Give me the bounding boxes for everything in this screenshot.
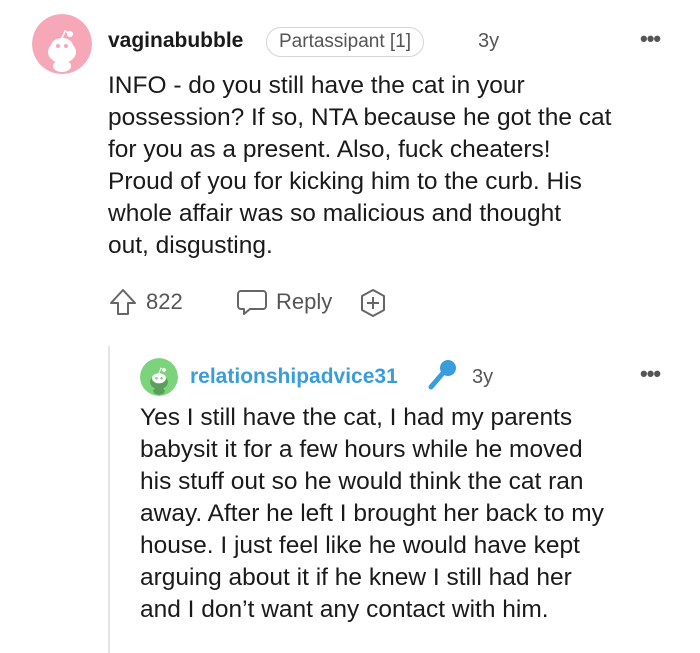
op-badge <box>426 357 460 398</box>
microphone-icon <box>428 360 456 390</box>
avatar[interactable] <box>32 14 92 74</box>
upvote-control[interactable]: 822 <box>108 287 183 317</box>
score-count: 822 <box>146 289 183 314</box>
reply-bubble-icon <box>237 290 267 315</box>
comment-body-line: Yes I still have the cat, I had my paren… <box>140 404 573 431</box>
comment-body-line: out, disgusting. <box>108 232 273 259</box>
comment-username[interactable]: vaginabubble <box>108 29 243 53</box>
comment-timestamp: 3y <box>478 30 500 52</box>
comment-body-line: for you as a present. Also, fuck cheater… <box>108 136 551 163</box>
snoo-avatar-icon <box>32 14 92 74</box>
upvote-arrow-icon[interactable] <box>108 287 138 317</box>
avatar[interactable] <box>140 358 178 396</box>
user-flair: Partassipant [1] <box>266 27 425 57</box>
comment-body-line: babysit it for a few hours while he move… <box>140 436 583 463</box>
comment-body: Yes I still have the cat, I had my paren… <box>140 402 604 626</box>
comment-body-line: and I don’t want any contact with him. <box>140 596 549 623</box>
comment-body-line: his stuff out so he would think the cat … <box>140 468 584 495</box>
comment-body-line: whole affair was so malicious and though… <box>108 200 562 227</box>
add-award-button[interactable] <box>358 288 388 323</box>
comment-body: INFO - do you still have the cat in your… <box>108 70 611 262</box>
reply-button[interactable]: Reply <box>236 287 332 317</box>
comment-body-line: arguing about it if he knew I still had … <box>140 564 572 591</box>
more-options-icon[interactable]: ••• <box>640 26 661 52</box>
comment-body-line: INFO - do you still have the cat in your <box>108 72 525 99</box>
comment-body-line: Proud of you for kicking him to the curb… <box>108 168 582 195</box>
add-award-icon <box>361 289 385 317</box>
thread-line[interactable] <box>108 346 110 653</box>
comment-username[interactable]: relationshipadvice31 <box>190 365 398 389</box>
comment-timestamp: 3y <box>472 366 494 388</box>
comment-body-line: house. I just feel like he would have ke… <box>140 532 580 559</box>
snoo-avatar-icon <box>140 358 178 396</box>
comment-body-line: away. After he left I brought her back t… <box>140 500 604 527</box>
reply-label: Reply <box>276 289 333 314</box>
comment-body-line: possession? If so, NTA because he got th… <box>108 104 612 131</box>
more-options-icon[interactable]: ••• <box>640 361 661 387</box>
